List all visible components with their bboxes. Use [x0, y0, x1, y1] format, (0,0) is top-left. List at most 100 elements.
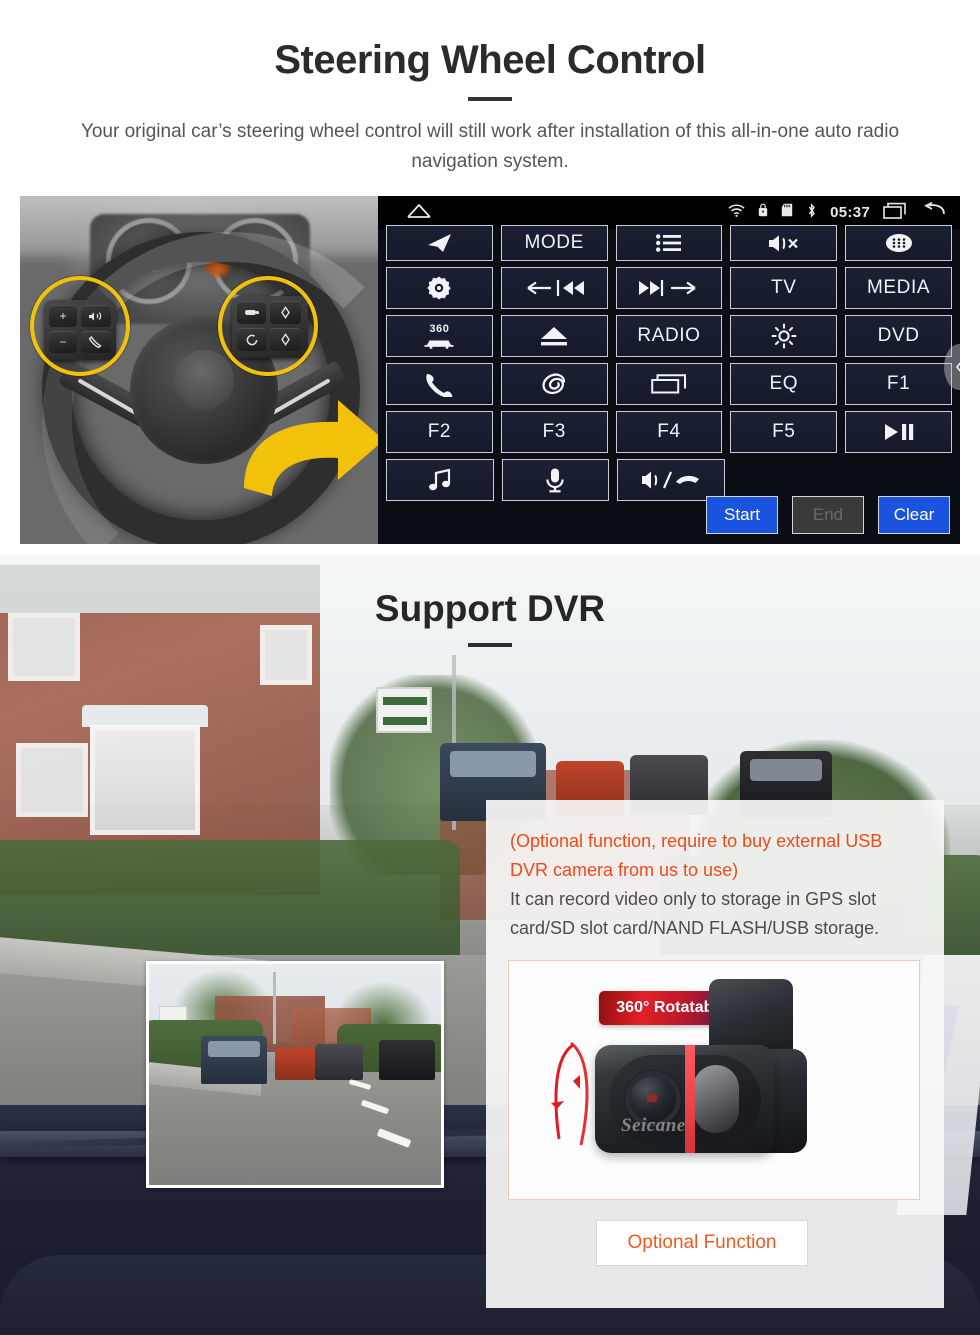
grid-row: 360 RADIO DVD — [386, 315, 952, 357]
start-button[interactable]: Start — [706, 496, 778, 534]
volume-hangup-button[interactable] — [617, 459, 725, 501]
swirl-button[interactable] — [500, 363, 608, 405]
dvd-button[interactable]: DVD — [845, 315, 952, 357]
title-divider — [468, 97, 512, 101]
steering-wheel-control-section: Steering Wheel Control Your original car… — [0, 0, 980, 555]
grid-row: F2 F3 F4 F5 — [386, 411, 952, 453]
f4-button[interactable]: F4 — [615, 411, 723, 453]
window — [260, 625, 312, 685]
apps-button[interactable] — [845, 225, 952, 261]
steering-wheel-photo: 2 + − — [20, 196, 378, 544]
camera-glare — [693, 1065, 739, 1133]
wifi-icon — [728, 203, 745, 222]
mute-icon — [768, 234, 798, 251]
home-icon[interactable] — [406, 202, 432, 224]
360-car-icon: 360 — [424, 323, 454, 349]
dvr-preview-thumbnail — [146, 961, 444, 1188]
lock-icon — [758, 203, 768, 222]
bay-window — [90, 725, 200, 835]
screen-button[interactable] — [615, 363, 723, 405]
dvr-title-divider — [468, 643, 512, 647]
music-button[interactable] — [386, 459, 494, 501]
f5-button[interactable]: F5 — [730, 411, 838, 453]
tv-button[interactable]: TV — [730, 267, 838, 309]
yellow-pointer-arrow — [244, 400, 378, 496]
screen-icon — [651, 374, 686, 394]
eject-button[interactable] — [500, 315, 608, 357]
music-note-icon — [428, 468, 450, 491]
apps-grid-icon — [885, 234, 912, 252]
camera-brand-label: Seicane — [621, 1115, 686, 1136]
brightness-button[interactable] — [730, 315, 838, 357]
page-subtitle: Your original car’s steering wheel contr… — [80, 121, 900, 172]
f2-button[interactable]: F2 — [386, 411, 493, 453]
chevron-left-icon — [955, 361, 960, 373]
list-icon — [655, 234, 681, 252]
page-title: Steering Wheel Control — [274, 38, 706, 82]
media-button[interactable]: MEDIA — [845, 267, 952, 309]
thumb-vehicle-dark — [315, 1044, 363, 1080]
play-pause-icon — [884, 424, 913, 440]
surround-view-button[interactable]: 360 — [386, 315, 493, 357]
dvr-info-card: (Optional function, require to buy exter… — [486, 800, 944, 1308]
dvr-info-text: (Optional function, require to buy exter… — [486, 800, 944, 943]
mute-button[interactable] — [730, 225, 838, 261]
eq-button[interactable]: EQ — [730, 363, 838, 405]
navigation-arrow-icon — [428, 234, 452, 252]
highlight-circle-left — [30, 276, 130, 376]
grid-row: TV MEDIA — [386, 267, 952, 309]
highlight-circle-right — [218, 276, 318, 376]
grid-row: EQ F1 — [386, 363, 952, 405]
next-track-button[interactable] — [615, 267, 723, 309]
next-track-icon — [638, 280, 696, 296]
swirl-icon — [542, 373, 566, 395]
thumb-vehicle-red — [275, 1048, 315, 1080]
airbag-cover — [174, 350, 234, 410]
thumb-vehicle-black — [379, 1040, 435, 1080]
optional-function-button[interactable]: Optional Function — [596, 1220, 808, 1266]
window — [16, 743, 88, 817]
phone-icon — [426, 374, 453, 397]
support-dvr-section: Support DVR (Optional function, require … — [0, 555, 980, 1335]
end-button: End — [792, 496, 864, 534]
dvr-camera-image: 360° Rotatable Seicane — [508, 960, 920, 1200]
dvr-title: Support DVR — [374, 588, 606, 629]
bluetooth-icon — [806, 202, 817, 223]
list-button[interactable] — [615, 225, 723, 261]
clock-label: 05:37 — [830, 204, 870, 221]
mode-button[interactable]: MODE — [500, 225, 608, 261]
recents-icon[interactable] — [883, 202, 909, 224]
dvr-storage-note: It can record video only to storage in G… — [510, 889, 880, 938]
volume-hangup-icon — [641, 471, 699, 489]
road-sign — [376, 687, 432, 733]
dvr-optional-note: (Optional function, require to buy exter… — [510, 831, 883, 880]
sd-card-icon — [781, 203, 793, 222]
thumb-road — [149, 1072, 441, 1185]
camera-red-stripe — [685, 1045, 695, 1153]
microphone-icon — [546, 468, 565, 493]
radio-button[interactable]: RADIO — [615, 315, 723, 357]
grid-row: MODE — [386, 225, 952, 261]
power-icon — [427, 276, 452, 300]
nav-button[interactable] — [386, 225, 493, 261]
f1-button[interactable]: F1 — [845, 363, 952, 405]
voice-button[interactable] — [501, 459, 610, 501]
eject-icon — [541, 327, 568, 346]
thumb-lamp-post — [273, 972, 276, 1044]
answer-call-button[interactable] — [386, 363, 493, 405]
steering-wheel-photo-strip: 2 + − 05:37 MODE TV MEDIA 360 RADIO DVD … — [20, 196, 960, 544]
thumb-vehicle-suv — [201, 1036, 267, 1084]
f3-button[interactable]: F3 — [500, 411, 608, 453]
back-icon[interactable] — [922, 201, 946, 223]
bay-roof — [82, 705, 208, 727]
previous-track-button[interactable] — [500, 267, 608, 309]
power-button[interactable] — [386, 267, 493, 309]
swc-action-buttons: Start End Clear — [706, 496, 950, 534]
swc-button-grid: MODE TV MEDIA 360 RADIO DVD EQ F1 F2 F3 … — [386, 225, 952, 507]
prev-track-icon — [527, 280, 585, 296]
clear-button[interactable]: Clear — [878, 496, 950, 534]
car-radio-swc-screen[interactable]: 05:37 MODE TV MEDIA 360 RADIO DVD EQ F1 … — [378, 196, 960, 544]
grid-row — [386, 459, 952, 501]
play-pause-button[interactable] — [845, 411, 952, 453]
brightness-icon — [771, 323, 797, 349]
